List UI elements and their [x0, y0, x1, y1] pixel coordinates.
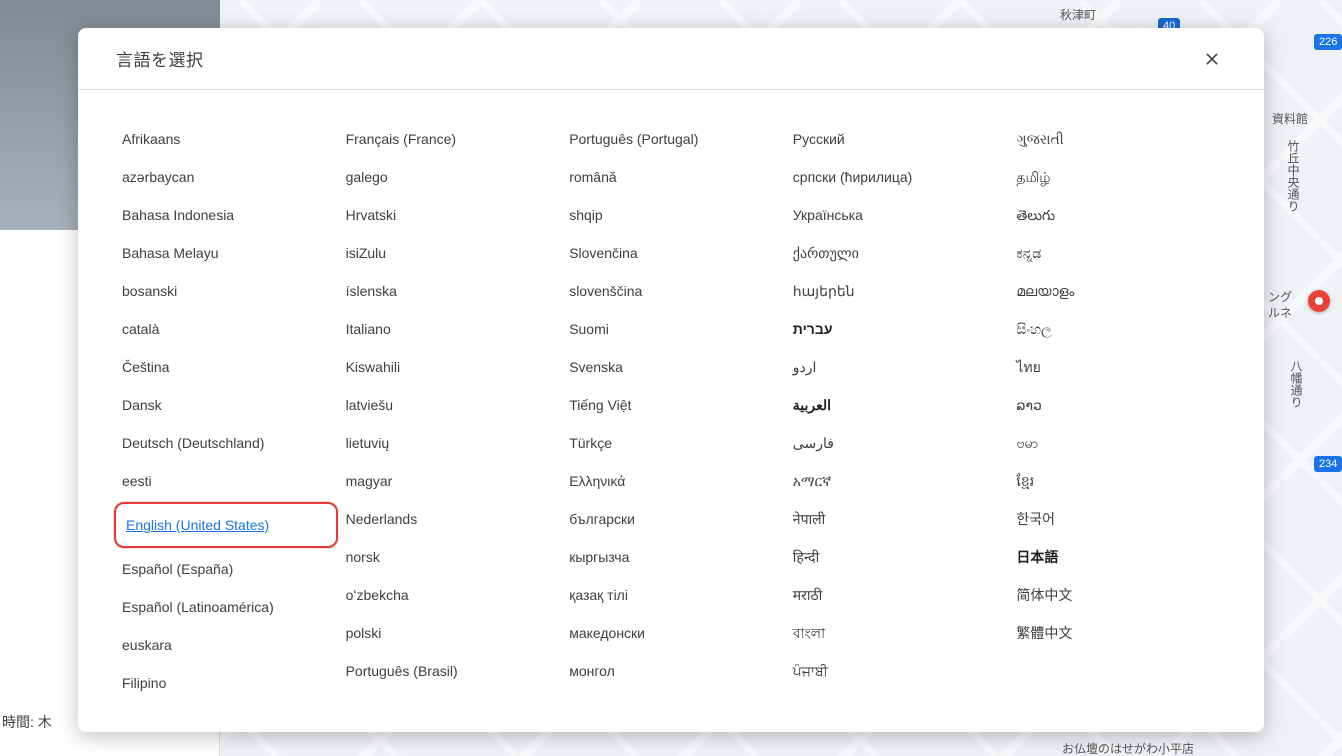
language-option[interactable]: հայերեն: [787, 272, 1007, 310]
highlighted-language: English (United States): [114, 502, 338, 548]
language-option[interactable]: Čeština: [116, 348, 336, 386]
language-option[interactable]: euskara: [116, 626, 336, 664]
language-option[interactable]: eesti: [116, 462, 336, 500]
language-option[interactable]: ਪੰਜਾਬੀ: [787, 652, 1007, 690]
language-option[interactable]: català: [116, 310, 336, 348]
language-option[interactable]: Afrikaans: [116, 120, 336, 158]
language-option[interactable]: Deutsch (Deutschland): [116, 424, 336, 462]
language-option[interactable]: română: [563, 158, 783, 196]
language-option[interactable]: Português (Portugal): [563, 120, 783, 158]
language-option[interactable]: 简体中文: [1010, 576, 1230, 614]
modal-body: AfrikaansazərbaycanBahasa IndonesiaBahas…: [78, 90, 1264, 732]
language-option[interactable]: Русский: [787, 120, 1007, 158]
language-option[interactable]: සිංහල: [1010, 310, 1230, 348]
language-select-modal: 言語を選択 AfrikaansazərbaycanBahasa Indonesi…: [78, 28, 1264, 732]
language-option[interactable]: हिन्दी: [787, 538, 1007, 576]
language-option[interactable]: Türkçe: [563, 424, 783, 462]
language-column: AfrikaansazərbaycanBahasa IndonesiaBahas…: [116, 120, 336, 702]
language-option[interactable]: íslenska: [340, 272, 560, 310]
language-option[interactable]: मराठी: [787, 576, 1007, 614]
language-column: ગુજરાતીதமிழ்తెలుగుಕನ್ನಡമലയാളംසිංහලไทยລາວ…: [1010, 120, 1230, 702]
language-option[interactable]: Nederlands: [340, 500, 560, 538]
language-option[interactable]: తెలుగు: [1010, 196, 1230, 234]
language-option[interactable]: Ελληνικά: [563, 462, 783, 500]
language-option[interactable]: Hrvatski: [340, 196, 560, 234]
language-option[interactable]: српски (ћирилица): [787, 158, 1007, 196]
language-option[interactable]: Svenska: [563, 348, 783, 386]
language-option[interactable]: Suomi: [563, 310, 783, 348]
language-option[interactable]: فارسی: [787, 424, 1007, 462]
language-option[interactable]: ಕನ್ನಡ: [1010, 234, 1230, 272]
language-option[interactable]: 繁體中文: [1010, 614, 1230, 652]
language-option[interactable]: shqip: [563, 196, 783, 234]
language-option[interactable]: Español (España): [116, 550, 336, 588]
language-option[interactable]: 日本語: [1010, 538, 1230, 576]
language-option[interactable]: नेपाली: [787, 500, 1007, 538]
language-option[interactable]: Dansk: [116, 386, 336, 424]
language-option[interactable]: Filipino: [116, 664, 336, 702]
language-option[interactable]: العربية: [787, 386, 1007, 424]
language-option[interactable]: magyar: [340, 462, 560, 500]
language-option[interactable]: polski: [340, 614, 560, 652]
modal-title: 言語を選択: [116, 46, 204, 71]
language-option[interactable]: azərbaycan: [116, 158, 336, 196]
language-option[interactable]: ไทย: [1010, 348, 1230, 386]
language-option[interactable]: Português (Brasil): [340, 652, 560, 690]
language-option[interactable]: English (United States): [124, 510, 271, 540]
language-option[interactable]: македонски: [563, 614, 783, 652]
modal-overlay: 言語を選択 AfrikaansazərbaycanBahasa Indonesi…: [0, 0, 1342, 756]
language-option[interactable]: Українська: [787, 196, 1007, 234]
language-option[interactable]: Bahasa Melayu: [116, 234, 336, 272]
language-column: Français (France)galegoHrvatskiisiZuluís…: [340, 120, 560, 702]
language-option[interactable]: latviešu: [340, 386, 560, 424]
language-option[interactable]: кыргызча: [563, 538, 783, 576]
language-option[interactable]: norsk: [340, 538, 560, 576]
language-option[interactable]: Kiswahili: [340, 348, 560, 386]
language-option[interactable]: Bahasa Indonesia: [116, 196, 336, 234]
language-option[interactable]: 한국어: [1010, 500, 1230, 538]
language-option[interactable]: বাংলা: [787, 614, 1007, 652]
language-option[interactable]: Français (France): [340, 120, 560, 158]
modal-header: 言語を選択: [78, 28, 1264, 90]
language-option[interactable]: Italiano: [340, 310, 560, 348]
language-option[interactable]: മലയാളം: [1010, 272, 1230, 310]
language-option[interactable]: ខ្មែរ: [1010, 462, 1230, 500]
language-option[interactable]: ဗမာ: [1010, 424, 1230, 462]
language-option[interactable]: ქართული: [787, 234, 1007, 272]
language-option[interactable]: ລາວ: [1010, 386, 1230, 424]
language-option[interactable]: lietuvių: [340, 424, 560, 462]
language-column: Русскийсрпски (ћирилица)Українськаქართულ…: [787, 120, 1007, 702]
language-option[interactable]: қазақ тілі: [563, 576, 783, 614]
language-option[interactable]: български: [563, 500, 783, 538]
language-option[interactable]: galego: [340, 158, 560, 196]
close-button[interactable]: [1198, 45, 1226, 73]
language-column: Português (Portugal)românăshqipSlovenčin…: [563, 120, 783, 702]
language-option[interactable]: עברית: [787, 310, 1007, 348]
language-option[interactable]: bosanski: [116, 272, 336, 310]
language-option[interactable]: isiZulu: [340, 234, 560, 272]
language-option[interactable]: Slovenčina: [563, 234, 783, 272]
language-option[interactable]: اردو: [787, 348, 1007, 386]
language-option[interactable]: slovenščina: [563, 272, 783, 310]
language-option[interactable]: አማርኛ: [787, 462, 1007, 500]
language-option[interactable]: Español (Latinoamérica): [116, 588, 336, 626]
language-option[interactable]: Tiếng Việt: [563, 386, 783, 424]
language-option[interactable]: oʻzbekcha: [340, 576, 560, 614]
language-option[interactable]: ગુજરાતી: [1010, 120, 1230, 158]
language-option[interactable]: தமிழ்: [1010, 158, 1230, 196]
language-columns: AfrikaansazərbaycanBahasa IndonesiaBahas…: [116, 120, 1230, 702]
close-icon: [1204, 48, 1220, 70]
language-option[interactable]: монгол: [563, 652, 783, 690]
